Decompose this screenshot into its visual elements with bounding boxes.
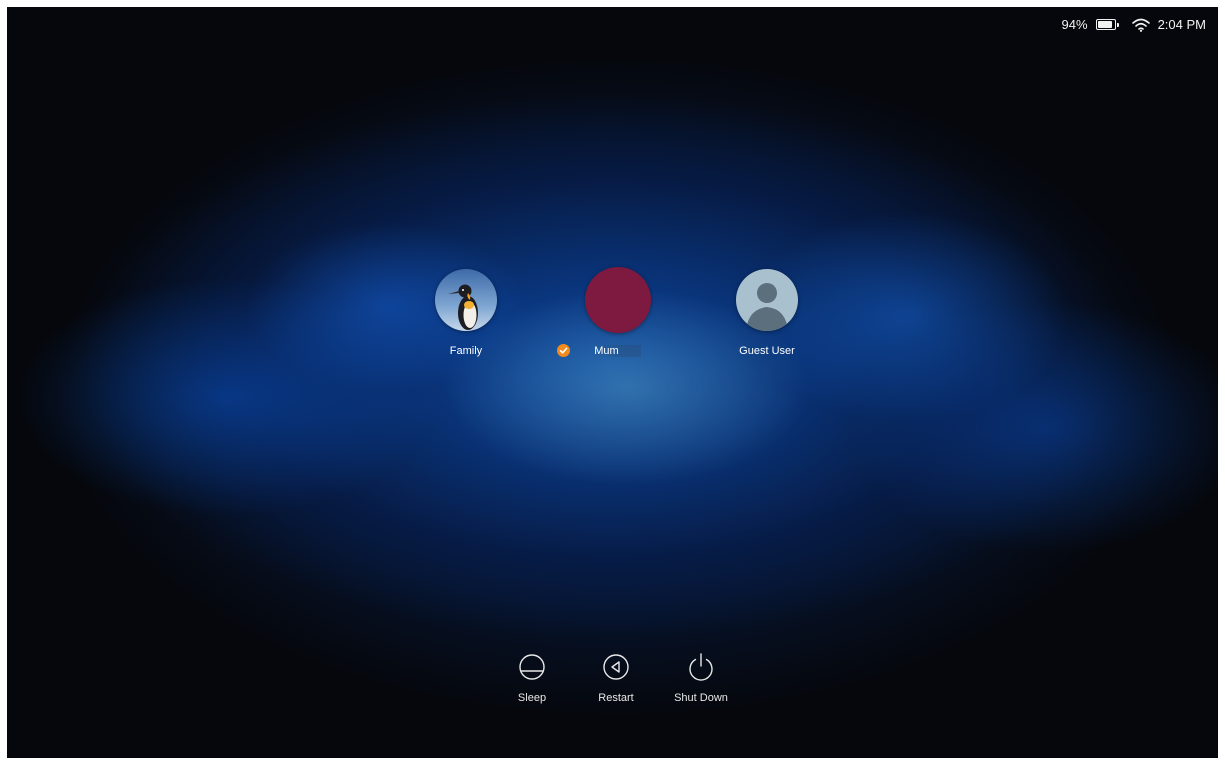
logged-in-check-icon xyxy=(557,344,571,357)
shut-down-button[interactable]: Shut Down xyxy=(656,652,746,704)
penguin-avatar-icon xyxy=(435,269,497,331)
user-family[interactable]: Family xyxy=(411,269,521,357)
sleep-icon xyxy=(519,654,545,680)
sleep-button[interactable]: Sleep xyxy=(487,652,577,704)
wifi-icon[interactable] xyxy=(1131,18,1150,32)
restart-button[interactable]: Restart xyxy=(571,652,661,704)
sleep-label: Sleep xyxy=(517,692,547,704)
user-guest[interactable]: Guest User xyxy=(712,269,822,357)
restart-icon xyxy=(603,654,629,680)
battery-percent: 94% xyxy=(1061,17,1088,32)
guest-user-avatar-icon xyxy=(736,269,798,331)
menu-bar-status: 94% 2:04 PM xyxy=(1062,17,1206,32)
restart-label: Restart xyxy=(598,692,634,704)
power-icon xyxy=(689,653,713,681)
user-name-guest: Guest User xyxy=(739,345,795,357)
user-mum[interactable]: Mum xyxy=(557,267,673,357)
clock[interactable]: 2:04 PM xyxy=(1158,17,1206,32)
user-name-family: Family xyxy=(449,345,483,357)
battery-icon[interactable] xyxy=(1095,19,1119,30)
login-screen: 94% 2:04 PM Family Mum Guest User Sleep … xyxy=(7,7,1218,758)
mum-avatar xyxy=(585,267,651,333)
shut-down-label: Shut Down xyxy=(674,692,728,704)
user-name-mum: Mum xyxy=(594,344,641,357)
